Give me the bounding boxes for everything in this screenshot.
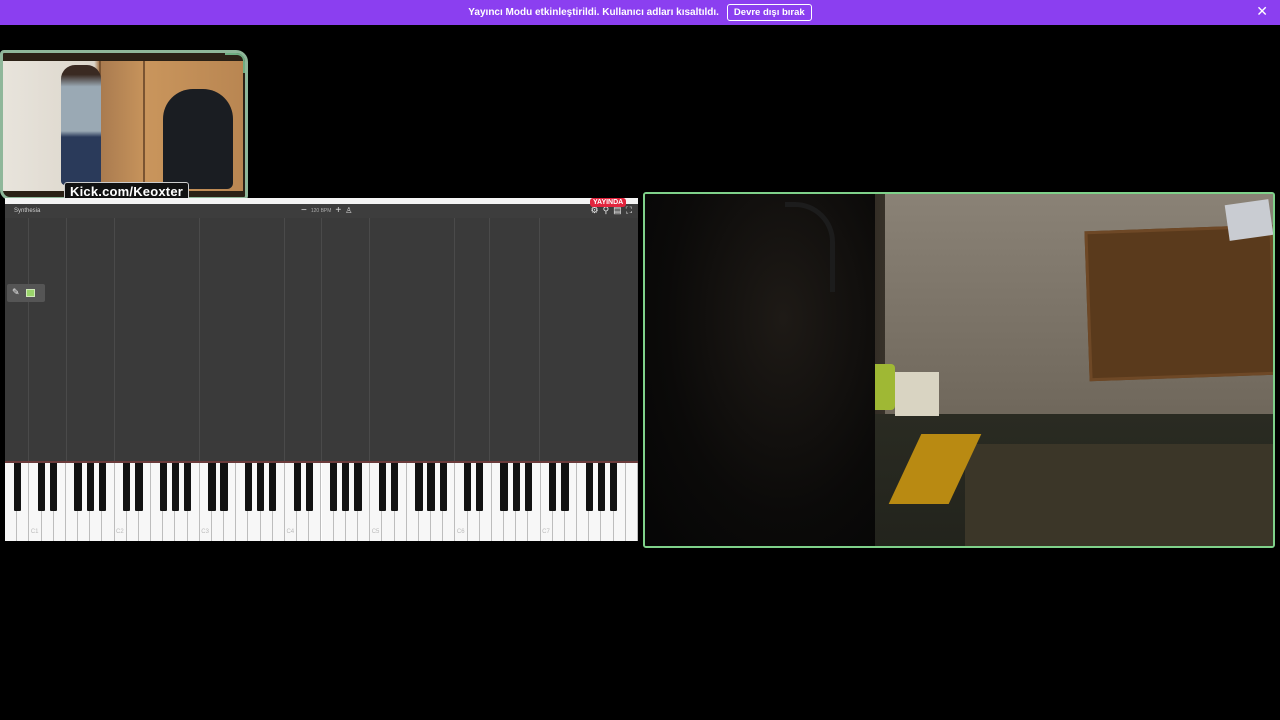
lane-divider bbox=[28, 218, 29, 461]
track-color-swatch bbox=[25, 289, 35, 297]
black-key[interactable] bbox=[208, 463, 216, 511]
lane-divider bbox=[199, 218, 200, 461]
black-key[interactable] bbox=[220, 463, 228, 511]
black-key[interactable] bbox=[86, 463, 94, 511]
live-badge: YAYINDA bbox=[590, 198, 627, 207]
black-key[interactable] bbox=[476, 463, 484, 511]
tempo-control: − 120 BPM + ♙ bbox=[301, 205, 352, 216]
black-key[interactable] bbox=[610, 463, 618, 511]
key-octave-label: C1 bbox=[30, 529, 39, 535]
disable-streamer-mode-button[interactable]: Devre dışı bırak bbox=[726, 4, 812, 21]
black-key[interactable] bbox=[183, 463, 192, 511]
black-key[interactable] bbox=[342, 463, 350, 511]
tempo-increase-button[interactable]: + bbox=[335, 205, 341, 216]
door-edge bbox=[143, 61, 145, 191]
black-key[interactable] bbox=[305, 463, 313, 511]
black-key[interactable] bbox=[415, 463, 423, 511]
piano-icon: ✎ bbox=[12, 288, 20, 298]
white-key[interactable] bbox=[625, 463, 638, 541]
black-key[interactable] bbox=[74, 463, 82, 511]
lane-divider bbox=[114, 218, 115, 461]
black-key[interactable] bbox=[354, 463, 362, 511]
black-key[interactable] bbox=[98, 463, 107, 511]
lane-divider bbox=[489, 218, 490, 461]
black-key[interactable] bbox=[135, 463, 143, 511]
black-key[interactable] bbox=[269, 463, 277, 511]
black-key[interactable] bbox=[512, 463, 520, 511]
key-octave-label: C2 bbox=[116, 529, 124, 535]
lane-divider bbox=[539, 218, 540, 461]
lane-divider bbox=[454, 218, 455, 461]
tempo-value: 120 BPM bbox=[310, 207, 332, 214]
black-key[interactable] bbox=[171, 463, 180, 511]
tempo-decrease-button[interactable]: − bbox=[301, 205, 307, 216]
key-octave-label: C5 bbox=[371, 529, 380, 535]
black-key[interactable] bbox=[597, 463, 606, 511]
metronome-icon[interactable]: ♙ bbox=[345, 206, 352, 215]
black-key[interactable] bbox=[561, 463, 569, 511]
key-octave-label: C4 bbox=[286, 529, 295, 535]
pinned-paper bbox=[1224, 199, 1273, 241]
black-key[interactable] bbox=[123, 463, 131, 511]
lane-divider bbox=[66, 218, 67, 461]
black-key[interactable] bbox=[524, 463, 533, 511]
key-octave-label: C6 bbox=[456, 529, 465, 535]
synthesia-toolbar: Synthesia − 120 BPM + ♙ ⚙ ⚲ ▤ ⛶ bbox=[5, 204, 638, 218]
gaming-chair bbox=[163, 89, 233, 189]
webcam-overlay bbox=[0, 50, 248, 200]
close-icon[interactable]: ✕ bbox=[1256, 3, 1268, 21]
black-key[interactable] bbox=[256, 463, 265, 511]
black-key[interactable] bbox=[330, 463, 338, 511]
black-key[interactable] bbox=[50, 463, 58, 511]
black-key[interactable] bbox=[293, 463, 301, 511]
black-key[interactable] bbox=[390, 463, 399, 511]
synthesia-window: Synthesia − 120 BPM + ♙ ⚙ ⚲ ▤ ⛶ YAYINDA … bbox=[5, 198, 638, 541]
black-key[interactable] bbox=[500, 463, 508, 511]
black-key[interactable] bbox=[585, 463, 593, 511]
black-key[interactable] bbox=[244, 463, 253, 511]
white-box bbox=[895, 372, 939, 416]
streamer-silhouette bbox=[645, 194, 875, 546]
key-octave-label: C7 bbox=[542, 529, 550, 535]
black-key[interactable] bbox=[37, 463, 46, 511]
black-key[interactable] bbox=[549, 463, 557, 511]
black-key[interactable] bbox=[13, 463, 21, 511]
black-key[interactable] bbox=[159, 463, 167, 511]
lane-divider bbox=[284, 218, 285, 461]
black-key[interactable] bbox=[463, 463, 472, 511]
black-key[interactable] bbox=[378, 463, 386, 511]
bench bbox=[965, 444, 1273, 546]
corkboard bbox=[1084, 224, 1273, 382]
frame-corner-decoration bbox=[225, 53, 245, 73]
main-camera-feed bbox=[643, 192, 1275, 548]
fullscreen-icon[interactable]: ⛶ bbox=[626, 205, 632, 216]
streamer-mode-banner: Yayıncı Modu etkinleştirildi. Kullanıcı … bbox=[0, 0, 1280, 25]
black-key[interactable] bbox=[427, 463, 435, 511]
track-instrument[interactable]: ✎ bbox=[7, 284, 45, 302]
lane-divider bbox=[321, 218, 322, 461]
key-octave-label: C3 bbox=[201, 529, 209, 535]
banner-message: Yayıncı Modu etkinleştirildi. Kullanıcı … bbox=[468, 7, 719, 18]
piano-keyboard[interactable]: C1 C2 C3 C4 C5 C6 C7 bbox=[5, 463, 638, 541]
streamer-figure bbox=[61, 65, 101, 185]
black-key[interactable] bbox=[439, 463, 447, 511]
lane-divider bbox=[369, 218, 370, 461]
app-title: Synthesia bbox=[14, 208, 41, 214]
note-lanes: ✎ bbox=[5, 218, 638, 461]
